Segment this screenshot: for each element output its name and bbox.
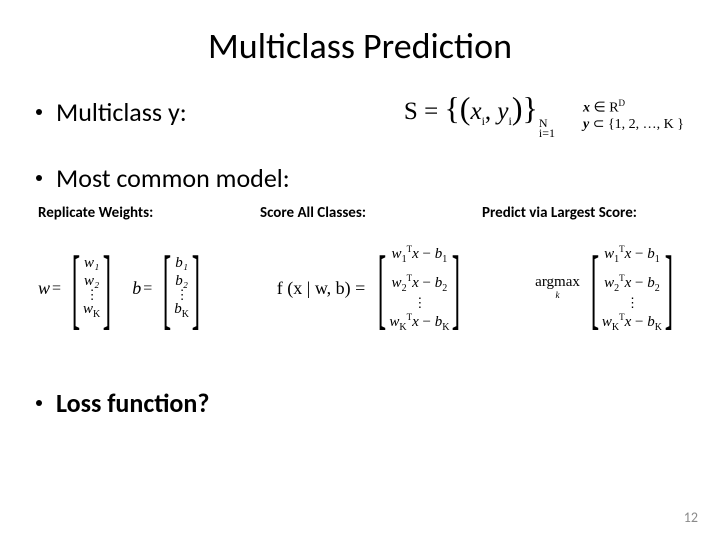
formula-replicate: w = [ w₁ w₂ ⋮ wK ] b = [ b₁ b₂ ⋮ bK ] (36, 254, 211, 324)
formula-score: f (x | w, b) = [ w1Tx − b1 w2Tx − b2 ⋮ w… (275, 240, 472, 337)
bullet-1: Multiclass y: (36, 96, 187, 128)
col-header-score: Score All Classes: (260, 204, 470, 222)
bullet-2: Most common model: (36, 162, 684, 194)
bullet-dot-icon (36, 175, 42, 181)
formula-row: w = [ w₁ w₂ ⋮ wK ] b = [ b₁ b₂ ⋮ bK ] f … (36, 240, 684, 337)
bullet-3: Loss function? (36, 387, 684, 419)
bullet-3-text: Loss function? (56, 387, 209, 419)
equation-domain: x ∈ RD y ⊂ {1, 2, …, K } (583, 95, 684, 133)
slide-title: Multiclass Prediction (36, 24, 684, 68)
slide: Multiclass Prediction Multiclass y: S = … (0, 0, 720, 540)
col-header-predict: Predict via Largest Score: (482, 204, 682, 222)
page-number: 12 (684, 509, 698, 526)
row-multiclass-y: Multiclass y: S = {(xi, yi)}Ni=1 x ∈ RD … (36, 90, 684, 138)
col-header-replicate: Replicate Weights: (38, 204, 248, 222)
formula-argmax: argmax k [ w1Tx − b1 w2Tx − b2 ⋮ wKTx − … (535, 240, 684, 337)
bullet-2-text: Most common model: (56, 162, 290, 194)
bullet-dot-icon (36, 109, 42, 115)
bullet-dot-icon (36, 400, 42, 406)
column-headers: Replicate Weights: Score All Classes: Pr… (38, 204, 682, 222)
equation-S: S = {(xi, yi)}Ni=1 (404, 90, 555, 138)
bullet-1-text: Multiclass y: (56, 96, 187, 128)
